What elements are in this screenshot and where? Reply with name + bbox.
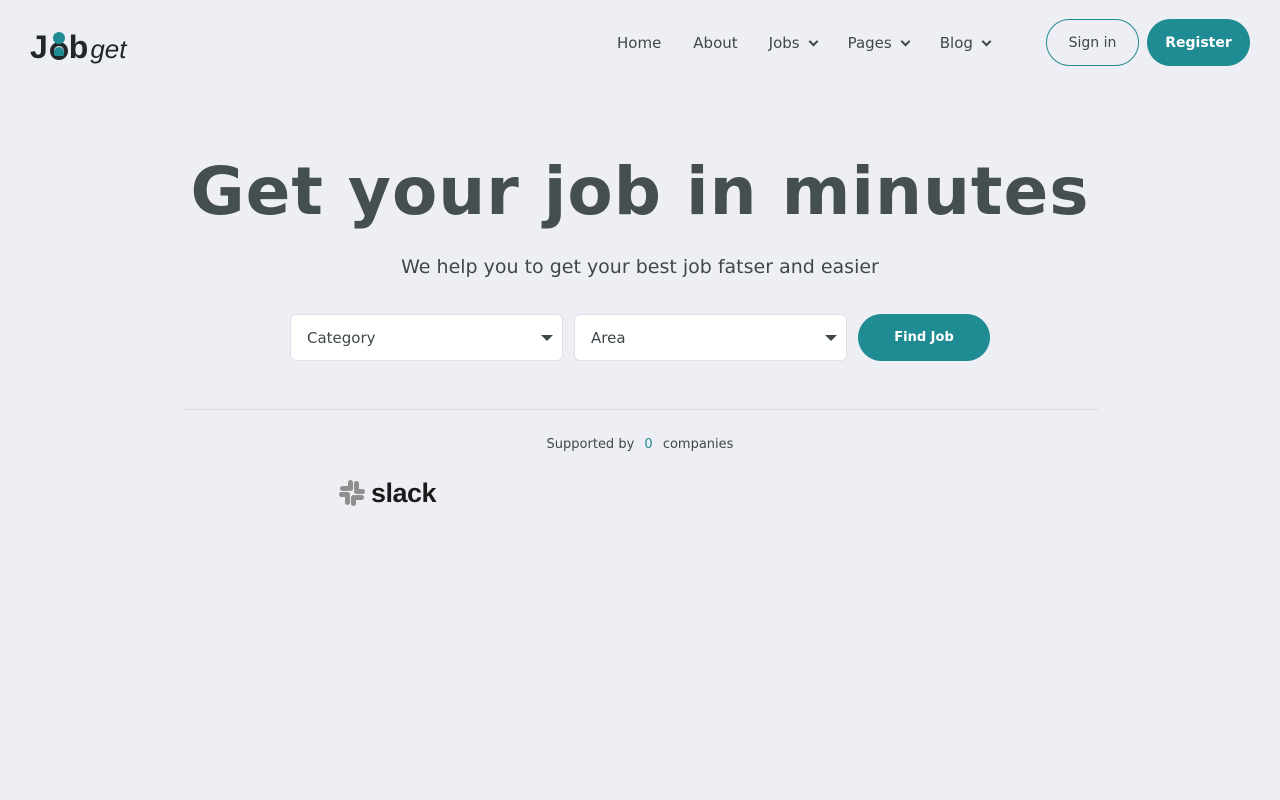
person-icon [49,31,69,63]
slack-icon [339,480,365,506]
supported-suffix: companies [662,437,734,452]
section-divider [183,409,1098,410]
supported-by-text: Supported by 0 companies [0,437,1280,452]
nav-item-pages[interactable]: Pages [847,34,911,52]
caret-down-icon [825,335,837,341]
logo-letter-j: J [30,29,48,65]
signin-button[interactable]: Sign in [1046,19,1139,66]
area-select-value: Area [591,328,626,347]
nav-item-label: Blog [939,34,973,52]
register-button[interactable]: Register [1147,19,1250,66]
caret-down-icon [541,335,553,341]
nav-item-label: Pages [847,34,892,52]
company-name: slack [371,477,437,508]
nav-item-label: Home [617,34,662,52]
chevron-down-icon [981,36,992,46]
find-job-button[interactable]: Find Job [858,314,990,361]
nav-item-label: About [693,34,738,52]
supported-prefix: Supported by [546,437,635,452]
chevron-down-icon [808,36,819,46]
jobget-logo[interactable]: J b get [30,21,127,63]
hero-title: Get your job in minutes [190,153,1090,230]
hero-subtitle: We help you to get your best job fatser … [401,256,879,278]
company-logo-slack[interactable]: slack [338,477,437,509]
nav-item-label: Jobs [768,34,800,52]
logo-letter-b: b [68,29,89,65]
chevron-down-icon [900,36,911,46]
category-select-value: Category [307,328,376,347]
main-nav: Home About Jobs Pages Blog [617,30,992,56]
logo-text-get: get [90,34,127,64]
nav-item-blog[interactable]: Blog [939,34,992,52]
nav-item-jobs[interactable]: Jobs [768,34,819,52]
area-select[interactable]: Area [574,314,847,361]
nav-item-home[interactable]: Home [617,34,661,52]
category-select[interactable]: Category [290,314,563,361]
companies-count: 0 [644,437,653,452]
nav-item-about[interactable]: About [693,34,737,52]
